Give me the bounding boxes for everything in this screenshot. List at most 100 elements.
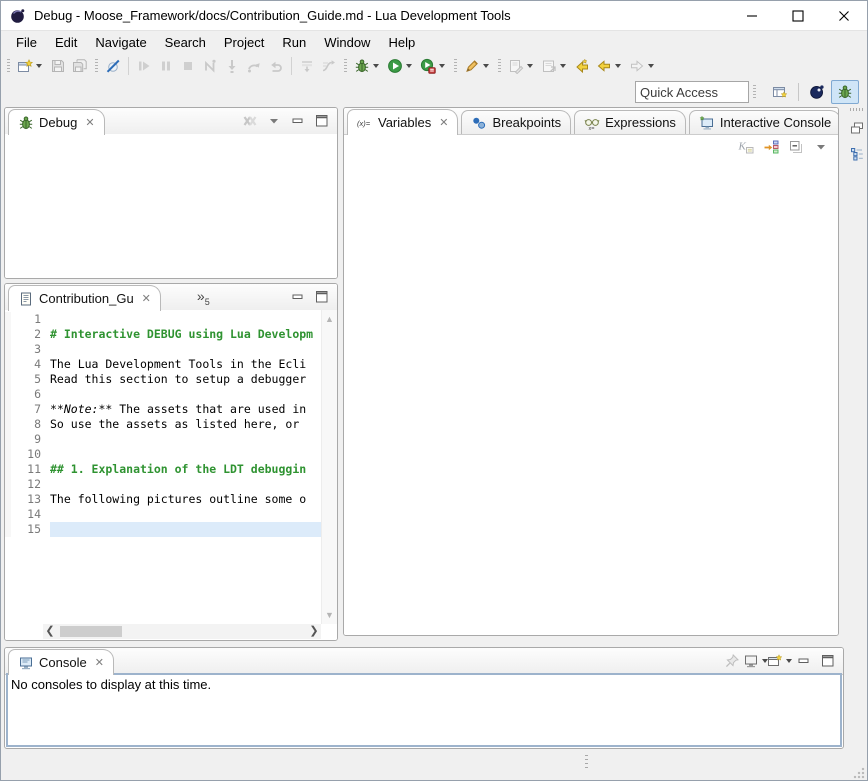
minimize-view-icon [796,653,812,669]
maximize-view-button[interactable] [819,652,837,670]
dropdown-arrow-icon[interactable] [786,659,792,663]
debug-view-content [5,134,337,278]
skip-all-breakpoints-button[interactable] [102,54,124,78]
new-wizard-button[interactable] [14,54,47,78]
tab-debug[interactable]: Debug ✕ [8,109,105,135]
editor-line-8[interactable]: 8So use the assets as listed here, or [5,417,322,432]
menu-help[interactable]: Help [379,33,424,52]
editor-line-12[interactable]: 12 [5,477,322,492]
scroll-up-icon[interactable]: ▲ [322,312,337,326]
editor-line-13[interactable]: 13The following pictures outline some o [5,492,322,507]
tab-expressions[interactable]: x=Expressions [574,110,686,134]
outline-view-button[interactable] [848,145,866,163]
menu-edit[interactable]: Edit [46,33,86,52]
menu-search[interactable]: Search [156,33,215,52]
minimize-view-button[interactable] [795,652,813,670]
menu-run[interactable]: Run [273,33,315,52]
show-logical-structure-button[interactable] [762,138,780,156]
editor-horizontal-scrollbar[interactable]: ❮ ❯ [43,624,321,639]
editor-line-2[interactable]: 2# Interactive DEBUG using Lua Developm [5,327,322,342]
back-button[interactable] [593,54,626,78]
menu-project[interactable]: Project [215,33,273,52]
debug-button[interactable] [351,54,384,78]
resize-grip[interactable] [853,767,865,779]
open-console-button[interactable] [771,652,789,670]
editor-text-area[interactable]: 12# Interactive DEBUG using Lua Developm… [5,310,322,624]
back-icon [596,58,612,74]
dropdown-arrow-icon[interactable] [527,64,533,68]
menu-window[interactable]: Window [315,33,379,52]
last-edit-location-button[interactable] [571,54,593,78]
maximize-view-button[interactable] [313,288,331,306]
editor-line-4[interactable]: 4The Lua Development Tools in the Ecli [5,357,322,372]
editor-line-10[interactable]: 10 [5,447,322,462]
scroll-right-icon[interactable]: ❯ [307,624,321,639]
dropdown-arrow-icon[interactable] [439,64,445,68]
dropdown-arrow-icon[interactable] [615,64,621,68]
dropdown-arrow-icon[interactable] [560,64,566,68]
toolbar-separator [753,85,756,99]
view-menu-button[interactable] [265,112,283,130]
minimize-window-button[interactable] [729,1,775,30]
menu-file[interactable]: File [7,33,46,52]
quick-access-input[interactable] [635,81,749,103]
application-window: Debug - Moose_Framework/docs/Contributio… [0,0,868,781]
dropdown-arrow-icon[interactable] [373,64,379,68]
console-content: No consoles to display at this time. [6,673,842,747]
editor-line-7[interactable]: 7**Note:** The assets that are used in [5,402,322,417]
debug-perspective-button[interactable] [831,80,859,104]
display-selected-console-button[interactable] [747,652,765,670]
editor-line-6[interactable]: 6 [5,387,322,402]
dropdown-arrow-icon[interactable] [483,64,489,68]
scrollbar-thumb[interactable] [60,626,122,637]
tab-interactive-console[interactable]: Interactive Console [689,110,839,134]
editor-line-1[interactable]: 1 [5,312,322,327]
lua-perspective-button[interactable] [803,80,831,104]
collapse-all-button[interactable] [787,138,805,156]
dropdown-arrow-icon[interactable] [406,64,412,68]
editor-vertical-scrollbar[interactable]: ▲ ▼ [321,310,337,624]
maximize-window-button[interactable] [775,1,821,30]
editor-line-5[interactable]: 5Read this section to setup a debugger [5,372,322,387]
run-attach-button[interactable] [417,54,450,78]
open-lua-element-button [538,54,571,78]
tab-breakpoints[interactable]: Breakpoints [461,110,571,134]
editor-line-9[interactable]: 9 [5,432,322,447]
restore-view-button[interactable] [848,119,866,137]
scroll-down-icon[interactable]: ▼ [322,608,337,622]
open-perspective-button[interactable] [766,80,794,104]
external-tools-icon [464,58,480,74]
editor-line-11[interactable]: 11## 1. Explanation of the LDT debuggin [5,462,322,477]
close-icon[interactable]: ✕ [85,116,94,129]
close-icon[interactable]: ✕ [95,656,104,669]
minimize-view-button[interactable] [289,112,307,130]
statusbar-drag-handle[interactable] [585,755,588,771]
dropdown-arrow-icon[interactable] [36,64,42,68]
pin-console-button [723,652,741,670]
tab-contribution-guide[interactable]: Contribution_Gu ✕ [8,285,161,311]
close-icon[interactable]: ✕ [142,292,151,305]
remove-all-terminated-button [241,112,259,130]
view-menu-button[interactable] [812,138,830,156]
line-text: **Note:** The assets that are used in [50,402,322,417]
maximize-view-button[interactable] [313,112,331,130]
run-button[interactable] [384,54,417,78]
line-number: 10 [11,447,50,462]
dropdown-arrow-icon[interactable] [648,64,654,68]
menu-navigate[interactable]: Navigate [86,33,155,52]
tab-variables[interactable]: (x)=Variables✕ [347,109,458,135]
show-type-names-button[interactable]: K [737,138,755,156]
editor-line-15[interactable]: 15 [5,522,322,537]
editor-line-14[interactable]: 14 [5,507,322,522]
tab-console[interactable]: Console ✕ [8,649,114,675]
close-window-button[interactable] [821,1,867,30]
line-text: Read this section to setup a debugger [50,372,322,387]
hidden-editors-chevron[interactable]: »5 [197,288,210,307]
editor-line-3[interactable]: 3 [5,342,322,357]
close-icon[interactable]: ✕ [439,116,448,129]
interactive-console-icon [699,115,715,131]
scroll-left-icon[interactable]: ❮ [43,624,57,639]
minimize-view-button[interactable] [289,288,307,306]
external-tools-button[interactable] [461,54,494,78]
trim-drag-handle[interactable] [850,108,864,111]
